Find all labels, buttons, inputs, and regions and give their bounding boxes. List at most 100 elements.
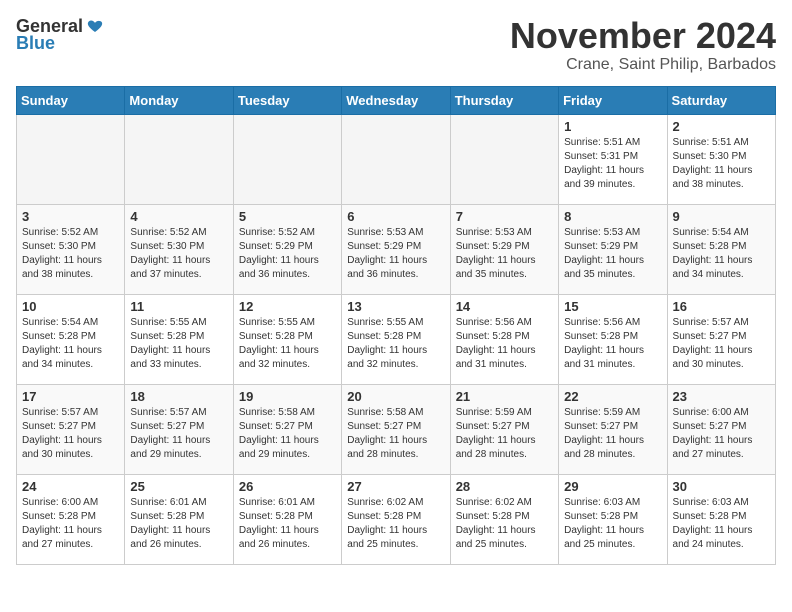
day-number: 7 [456, 209, 553, 224]
calendar-cell: 22 Sunrise: 5:59 AM Sunset: 5:27 PM Dayli… [559, 384, 667, 474]
location-subtitle: Crane, Saint Philip, Barbados [510, 56, 776, 74]
day-number: 27 [347, 479, 444, 494]
day-number: 20 [347, 389, 444, 404]
calendar-cell: 10 Sunrise: 5:54 AM Sunset: 5:28 PM Dayli… [17, 294, 125, 384]
calendar-cell: 5 Sunrise: 5:52 AM Sunset: 5:29 PM Daylig… [233, 204, 341, 294]
day-info: Sunrise: 5:52 AM Sunset: 5:29 PM Dayligh… [239, 226, 336, 282]
day-info: Sunrise: 6:03 AM Sunset: 5:28 PM Dayligh… [564, 496, 661, 552]
week-row-1: 1Sunrise: 5:51 AM Sunset: 5:31 PM Daylig… [17, 114, 776, 204]
calendar-cell: 7Sunrise: 5:53 AM Sunset: 5:29 PM Daylig… [450, 204, 558, 294]
page-header: General Blue November 2024 Crane, Saint … [16, 16, 776, 74]
calendar-cell: 26 Sunrise: 6:01 AM Sunset: 5:28 PM Dayli… [233, 474, 341, 564]
calendar-cell [17, 114, 125, 204]
day-info: Sunrise: 5:52 AM Sunset: 5:30 PM Dayligh… [130, 226, 227, 282]
weekday-header-monday: Monday [125, 86, 233, 114]
day-number: 1 [564, 119, 661, 134]
calendar-table: SundayMondayTuesdayWednesdayThursdayFrid… [16, 86, 776, 565]
calendar-cell: 11 Sunrise: 5:55 AM Sunset: 5:28 PM Dayli… [125, 294, 233, 384]
day-number: 17 [22, 389, 119, 404]
day-number: 19 [239, 389, 336, 404]
day-number: 22 [564, 389, 661, 404]
day-info: Sunrise: 5:57 AM Sunset: 5:27 PM Dayligh… [130, 406, 227, 462]
day-info: Sunrise: 6:02 AM Sunset: 5:28 PM Dayligh… [456, 496, 553, 552]
day-number: 3 [22, 209, 119, 224]
day-number: 18 [130, 389, 227, 404]
day-info: Sunrise: 6:00 AM Sunset: 5:27 PM Dayligh… [673, 406, 770, 462]
day-info: Sunrise: 6:01 AM Sunset: 5:28 PM Dayligh… [239, 496, 336, 552]
day-number: 15 [564, 299, 661, 314]
weekday-header-tuesday: Tuesday [233, 86, 341, 114]
calendar-cell: 12 Sunrise: 5:55 AM Sunset: 5:28 PM Dayli… [233, 294, 341, 384]
title-block: November 2024 Crane, Saint Philip, Barba… [510, 16, 776, 74]
day-info: Sunrise: 5:58 AM Sunset: 5:27 PM Dayligh… [239, 406, 336, 462]
week-row-3: 10 Sunrise: 5:54 AM Sunset: 5:28 PM Dayli… [17, 294, 776, 384]
calendar-cell: 1Sunrise: 5:51 AM Sunset: 5:31 PM Daylig… [559, 114, 667, 204]
day-info: Sunrise: 5:59 AM Sunset: 5:27 PM Dayligh… [564, 406, 661, 462]
day-info: Sunrise: 5:53 AM Sunset: 5:29 PM Dayligh… [564, 226, 661, 282]
weekday-header-saturday: Saturday [667, 86, 775, 114]
calendar-cell [125, 114, 233, 204]
day-info: Sunrise: 5:54 AM Sunset: 5:28 PM Dayligh… [673, 226, 770, 282]
day-info: Sunrise: 5:51 AM Sunset: 5:30 PM Dayligh… [673, 136, 770, 192]
day-info: Sunrise: 5:57 AM Sunset: 5:27 PM Dayligh… [673, 316, 770, 372]
day-number: 4 [130, 209, 227, 224]
day-info: Sunrise: 5:52 AM Sunset: 5:30 PM Dayligh… [22, 226, 119, 282]
day-number: 5 [239, 209, 336, 224]
day-info: Sunrise: 5:55 AM Sunset: 5:28 PM Dayligh… [130, 316, 227, 372]
day-info: Sunrise: 5:55 AM Sunset: 5:28 PM Dayligh… [347, 316, 444, 372]
logo-bird-icon [85, 17, 105, 37]
day-number: 9 [673, 209, 770, 224]
calendar-cell: 24 Sunrise: 6:00 AM Sunset: 5:28 PM Dayli… [17, 474, 125, 564]
calendar-cell: 28Sunrise: 6:02 AM Sunset: 5:28 PM Dayli… [450, 474, 558, 564]
day-number: 30 [673, 479, 770, 494]
calendar-cell: 13 Sunrise: 5:55 AM Sunset: 5:28 PM Dayli… [342, 294, 450, 384]
day-info: Sunrise: 5:54 AM Sunset: 5:28 PM Dayligh… [22, 316, 119, 372]
day-number: 26 [239, 479, 336, 494]
calendar-cell: 19 Sunrise: 5:58 AM Sunset: 5:27 PM Dayli… [233, 384, 341, 474]
day-number: 16 [673, 299, 770, 314]
day-number: 8 [564, 209, 661, 224]
day-info: Sunrise: 5:56 AM Sunset: 5:28 PM Dayligh… [456, 316, 553, 372]
day-number: 29 [564, 479, 661, 494]
day-number: 10 [22, 299, 119, 314]
calendar-cell: 4 Sunrise: 5:52 AM Sunset: 5:30 PM Daylig… [125, 204, 233, 294]
day-number: 12 [239, 299, 336, 314]
day-number: 14 [456, 299, 553, 314]
day-number: 6 [347, 209, 444, 224]
day-info: Sunrise: 5:56 AM Sunset: 5:28 PM Dayligh… [564, 316, 661, 372]
calendar-cell: 9 Sunrise: 5:54 AM Sunset: 5:28 PM Daylig… [667, 204, 775, 294]
calendar-cell: 25 Sunrise: 6:01 AM Sunset: 5:28 PM Dayli… [125, 474, 233, 564]
calendar-cell: 17 Sunrise: 5:57 AM Sunset: 5:27 PM Dayli… [17, 384, 125, 474]
day-number: 13 [347, 299, 444, 314]
day-number: 21 [456, 389, 553, 404]
day-number: 24 [22, 479, 119, 494]
calendar-cell: 2Sunrise: 5:51 AM Sunset: 5:30 PM Daylig… [667, 114, 775, 204]
day-info: Sunrise: 5:59 AM Sunset: 5:27 PM Dayligh… [456, 406, 553, 462]
calendar-cell: 14 Sunrise: 5:56 AM Sunset: 5:28 PM Dayli… [450, 294, 558, 384]
week-row-2: 3 Sunrise: 5:52 AM Sunset: 5:30 PM Daylig… [17, 204, 776, 294]
day-info: Sunrise: 5:55 AM Sunset: 5:28 PM Dayligh… [239, 316, 336, 372]
calendar-cell [342, 114, 450, 204]
day-info: Sunrise: 6:01 AM Sunset: 5:28 PM Dayligh… [130, 496, 227, 552]
weekday-header-thursday: Thursday [450, 86, 558, 114]
month-title: November 2024 [510, 16, 776, 56]
day-info: Sunrise: 5:57 AM Sunset: 5:27 PM Dayligh… [22, 406, 119, 462]
calendar-cell: 23Sunrise: 6:00 AM Sunset: 5:27 PM Dayli… [667, 384, 775, 474]
calendar-cell [450, 114, 558, 204]
day-number: 11 [130, 299, 227, 314]
calendar-cell [233, 114, 341, 204]
day-number: 25 [130, 479, 227, 494]
week-row-4: 17 Sunrise: 5:57 AM Sunset: 5:27 PM Dayli… [17, 384, 776, 474]
calendar-cell: 27Sunrise: 6:02 AM Sunset: 5:28 PM Dayli… [342, 474, 450, 564]
calendar-cell: 18 Sunrise: 5:57 AM Sunset: 5:27 PM Dayli… [125, 384, 233, 474]
weekday-header-friday: Friday [559, 86, 667, 114]
calendar-cell: 3 Sunrise: 5:52 AM Sunset: 5:30 PM Daylig… [17, 204, 125, 294]
calendar-cell: 29 Sunrise: 6:03 AM Sunset: 5:28 PM Dayli… [559, 474, 667, 564]
weekday-header-sunday: Sunday [17, 86, 125, 114]
calendar-cell: 15 Sunrise: 5:56 AM Sunset: 5:28 PM Dayli… [559, 294, 667, 384]
day-info: Sunrise: 6:00 AM Sunset: 5:28 PM Dayligh… [22, 496, 119, 552]
day-info: Sunrise: 6:03 AM Sunset: 5:28 PM Dayligh… [673, 496, 770, 552]
day-info: Sunrise: 5:58 AM Sunset: 5:27 PM Dayligh… [347, 406, 444, 462]
calendar-cell: 21 Sunrise: 5:59 AM Sunset: 5:27 PM Dayli… [450, 384, 558, 474]
day-info: Sunrise: 5:53 AM Sunset: 5:29 PM Dayligh… [347, 226, 444, 282]
